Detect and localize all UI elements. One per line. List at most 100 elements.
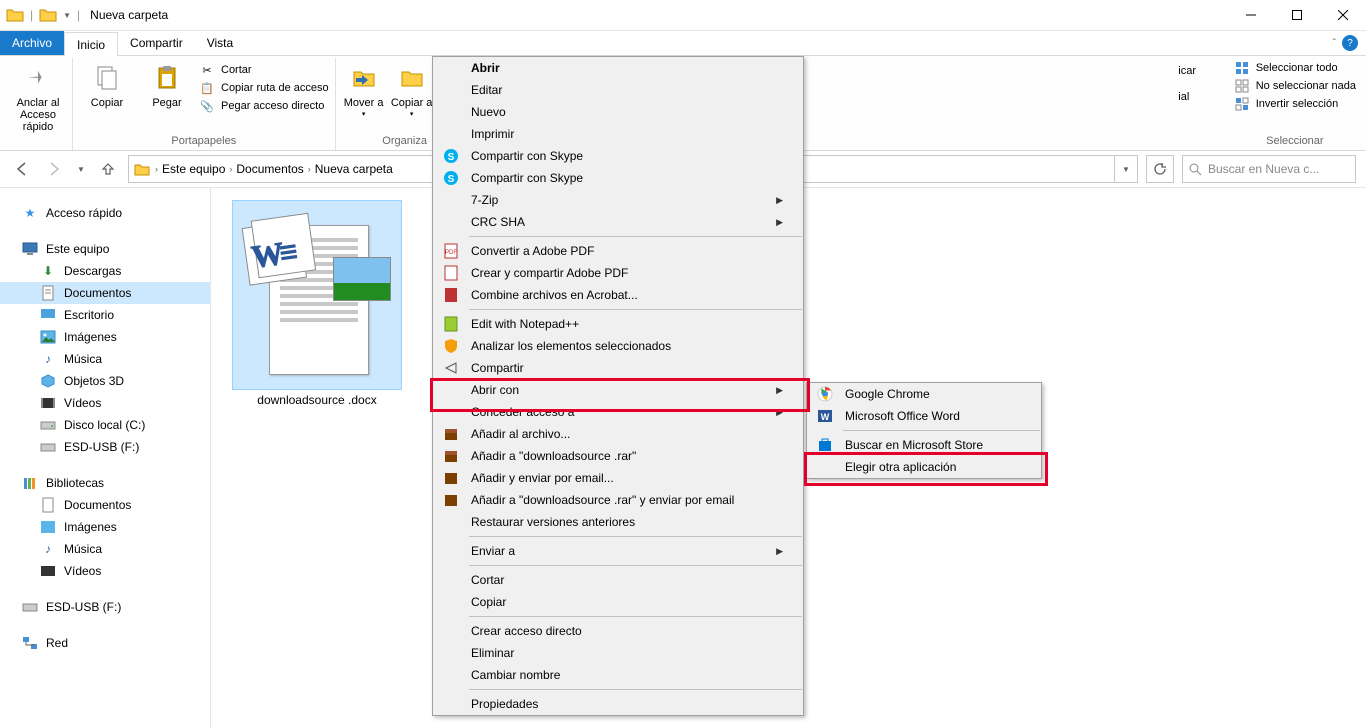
address-dropdown[interactable]: ▼ xyxy=(1115,155,1138,183)
back-button[interactable] xyxy=(10,157,34,181)
sidebar-lib-videos[interactable]: Vídeos xyxy=(0,560,210,582)
close-button[interactable] xyxy=(1320,0,1366,30)
sidebar-music[interactable]: ♪Música xyxy=(0,348,210,370)
sidebar-lib-music[interactable]: ♪Música xyxy=(0,538,210,560)
copy-to-button[interactable]: Copiar a▾ xyxy=(390,58,434,121)
invert-selection-button[interactable]: Invertir selección xyxy=(1234,96,1356,112)
copy-button[interactable]: Copiar xyxy=(79,58,135,109)
star-icon: ★ xyxy=(22,205,38,221)
store-icon xyxy=(815,437,835,453)
breadcrumb-item[interactable]: Este equipo› xyxy=(162,162,232,176)
share-icon xyxy=(441,360,461,376)
ctx-create-shortcut[interactable]: Crear acceso directo xyxy=(433,620,803,642)
acrobat-icon xyxy=(441,287,461,303)
ctx-open-with[interactable]: Abrir con▶ xyxy=(433,379,803,401)
ctx-copy[interactable]: Copiar xyxy=(433,591,803,613)
sidebar-desktop[interactable]: Escritorio xyxy=(0,304,210,326)
qat-chevron-icon[interactable]: ▼ xyxy=(63,11,71,20)
up-button[interactable] xyxy=(96,157,120,181)
submenu-chrome[interactable]: Google Chrome xyxy=(807,383,1041,405)
sidebar-libraries[interactable]: Bibliotecas xyxy=(0,472,210,494)
ctx-7zip[interactable]: 7-Zip▶ xyxy=(433,189,803,211)
ctx-convert-pdf[interactable]: PDFConvertir a Adobe PDF xyxy=(433,240,803,262)
refresh-button[interactable] xyxy=(1146,155,1174,183)
sidebar-quick-access[interactable]: ★Acceso rápido xyxy=(0,202,210,224)
sidebar-lib-documents[interactable]: Documentos xyxy=(0,494,210,516)
sidebar-esd-usb[interactable]: ESD-USB (F:) xyxy=(0,436,210,458)
search-input[interactable]: Buscar en Nueva c... xyxy=(1182,155,1356,183)
copy-to-icon xyxy=(396,62,428,94)
breadcrumb-item[interactable]: Nueva carpeta xyxy=(315,162,393,176)
cut-button[interactable]: ✂Cortar xyxy=(199,62,329,78)
file-thumbnail: W≡ xyxy=(237,205,397,385)
tab-file[interactable]: Archivo xyxy=(0,31,64,55)
ctx-new[interactable]: Nuevo xyxy=(433,101,803,123)
download-icon: ⬇ xyxy=(40,263,56,279)
submenu-store[interactable]: Buscar en Microsoft Store xyxy=(807,434,1041,456)
ctx-open[interactable]: Abrir xyxy=(433,57,803,79)
ctx-combine-acrobat[interactable]: Combine archivos en Acrobat... xyxy=(433,284,803,306)
tab-view[interactable]: Vista xyxy=(195,31,245,55)
ctx-add-rar-email[interactable]: Añadir a "downloadsource .rar" y enviar … xyxy=(433,489,803,511)
video-icon xyxy=(40,563,56,579)
ribbon-tabstrip: Archivo Inicio Compartir Vista ˆ ? xyxy=(0,31,1366,56)
ctx-rename[interactable]: Cambiar nombre xyxy=(433,664,803,686)
usb-icon xyxy=(40,439,56,455)
ctx-crc-sha[interactable]: CRC SHA▶ xyxy=(433,211,803,233)
ctx-analyze[interactable]: Analizar los elementos seleccionados xyxy=(433,335,803,357)
ctx-properties[interactable]: Propiedades xyxy=(433,693,803,715)
ctx-print[interactable]: Imprimir xyxy=(433,123,803,145)
winrar-icon xyxy=(441,448,461,464)
tab-share[interactable]: Compartir xyxy=(118,31,195,55)
paste-button[interactable]: Pegar xyxy=(139,58,195,109)
ctx-add-rar[interactable]: Añadir a "downloadsource .rar" xyxy=(433,445,803,467)
sidebar-this-pc[interactable]: Este equipo xyxy=(0,238,210,260)
ctx-delete[interactable]: Eliminar xyxy=(433,642,803,664)
ctx-send-to[interactable]: Enviar a▶ xyxy=(433,540,803,562)
sidebar-lib-pictures[interactable]: Imágenes xyxy=(0,516,210,538)
chevron-up-icon[interactable]: ˆ xyxy=(1333,38,1336,49)
sidebar-esd-usb-2[interactable]: ESD-USB (F:) xyxy=(0,596,210,618)
file-item[interactable]: W≡ downloadsource .docx xyxy=(227,200,407,407)
submenu-word[interactable]: WMicrosoft Office Word xyxy=(807,405,1041,427)
history-dropdown[interactable]: ▼ xyxy=(74,157,88,181)
ctx-share[interactable]: Compartir xyxy=(433,357,803,379)
ctx-add-email[interactable]: Añadir y enviar por email... xyxy=(433,467,803,489)
desktop-icon xyxy=(40,307,56,323)
move-button[interactable]: Mover a▾ xyxy=(342,58,386,121)
help-icon[interactable]: ? xyxy=(1342,35,1358,51)
library-icon xyxy=(22,475,38,491)
forward-button[interactable] xyxy=(42,157,66,181)
breadcrumb-item[interactable]: Documentos› xyxy=(236,162,310,176)
move-icon xyxy=(348,62,380,94)
ctx-grant-access[interactable]: Conceder acceso a▶ xyxy=(433,401,803,423)
sidebar-network[interactable]: Red xyxy=(0,632,210,654)
maximize-button[interactable] xyxy=(1274,0,1320,30)
submenu-choose-app[interactable]: Elegir otra aplicación xyxy=(807,456,1041,478)
paste-shortcut-button[interactable]: 📎Pegar acceso directo xyxy=(199,98,329,114)
copy-path-button[interactable]: 📋Copiar ruta de acceso xyxy=(199,80,329,96)
ctx-add-archive[interactable]: Añadir al archivo... xyxy=(433,423,803,445)
ctx-notepad[interactable]: Edit with Notepad++ xyxy=(433,313,803,335)
pin-button[interactable]: Anclar al Acceso rápido xyxy=(10,58,66,133)
chevron-right-icon[interactable]: › xyxy=(155,164,158,174)
sidebar-downloads[interactable]: ⬇Descargas xyxy=(0,260,210,282)
sidebar-documents[interactable]: Documentos xyxy=(0,282,210,304)
ctx-restore-versions[interactable]: Restaurar versiones anteriores xyxy=(433,511,803,533)
tab-home[interactable]: Inicio xyxy=(64,32,118,56)
search-icon xyxy=(1189,163,1202,176)
ctx-edit[interactable]: Editar xyxy=(433,79,803,101)
sidebar-local-disk[interactable]: Disco local (C:) xyxy=(0,414,210,436)
ctx-skype-share[interactable]: SCompartir con Skype xyxy=(433,145,803,167)
select-none-button[interactable]: No seleccionar nada xyxy=(1234,78,1356,94)
ctx-cut[interactable]: Cortar xyxy=(433,569,803,591)
sidebar-pictures[interactable]: Imágenes xyxy=(0,326,210,348)
open-with-submenu: Google Chrome WMicrosoft Office Word Bus… xyxy=(806,382,1042,479)
sidebar-videos[interactable]: Vídeos xyxy=(0,392,210,414)
sidebar-3d-objects[interactable]: Objetos 3D xyxy=(0,370,210,392)
minimize-button[interactable] xyxy=(1228,0,1274,30)
invert-icon xyxy=(1234,96,1250,112)
ctx-share-pdf[interactable]: Crear y compartir Adobe PDF xyxy=(433,262,803,284)
select-all-button[interactable]: Seleccionar todo xyxy=(1234,60,1356,76)
ctx-skype-share[interactable]: SCompartir con Skype xyxy=(433,167,803,189)
